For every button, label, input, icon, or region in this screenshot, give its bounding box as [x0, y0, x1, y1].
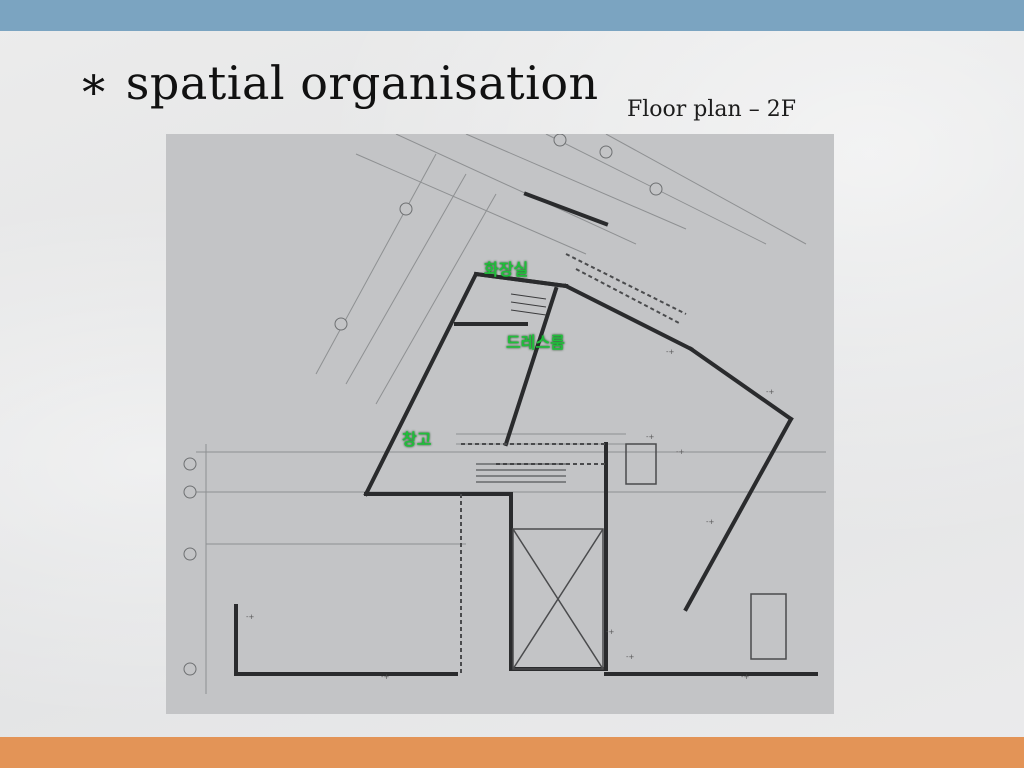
room-label-storage: 창고 [402, 430, 432, 449]
svg-text:-+: -+ [666, 348, 675, 356]
svg-text:-+: -+ [676, 448, 685, 456]
floor-plan-drawing: -+ -+ -+ -+ -+ -+ -+ -+ -+ -+ [183, 134, 826, 694]
svg-text:-+: -+ [741, 673, 750, 681]
svg-text:-+: -+ [626, 653, 635, 661]
svg-text:-+: -+ [706, 518, 715, 526]
title-text: spatial organisation [125, 56, 599, 110]
footer-band [0, 737, 1024, 768]
room-label-restroom: 화장실 [484, 260, 529, 279]
svg-text:-+: -+ [766, 388, 775, 396]
floor-plan-image: -+ -+ -+ -+ -+ -+ -+ -+ -+ -+ 화장실 드레스룸 창… [166, 134, 834, 714]
svg-text:-+: -+ [246, 613, 255, 621]
svg-text:-+: -+ [606, 628, 615, 636]
room-label-dressroom: 드레스룸 [506, 333, 565, 352]
svg-text:-+: -+ [646, 433, 655, 441]
header-band [0, 0, 1024, 31]
svg-text:-+: -+ [381, 673, 390, 681]
bullet-icon: ∗ [78, 56, 110, 110]
slide-title: ∗ spatial organisation [78, 56, 599, 110]
floor-plan-caption: Floor plan – 2F [627, 97, 796, 122]
